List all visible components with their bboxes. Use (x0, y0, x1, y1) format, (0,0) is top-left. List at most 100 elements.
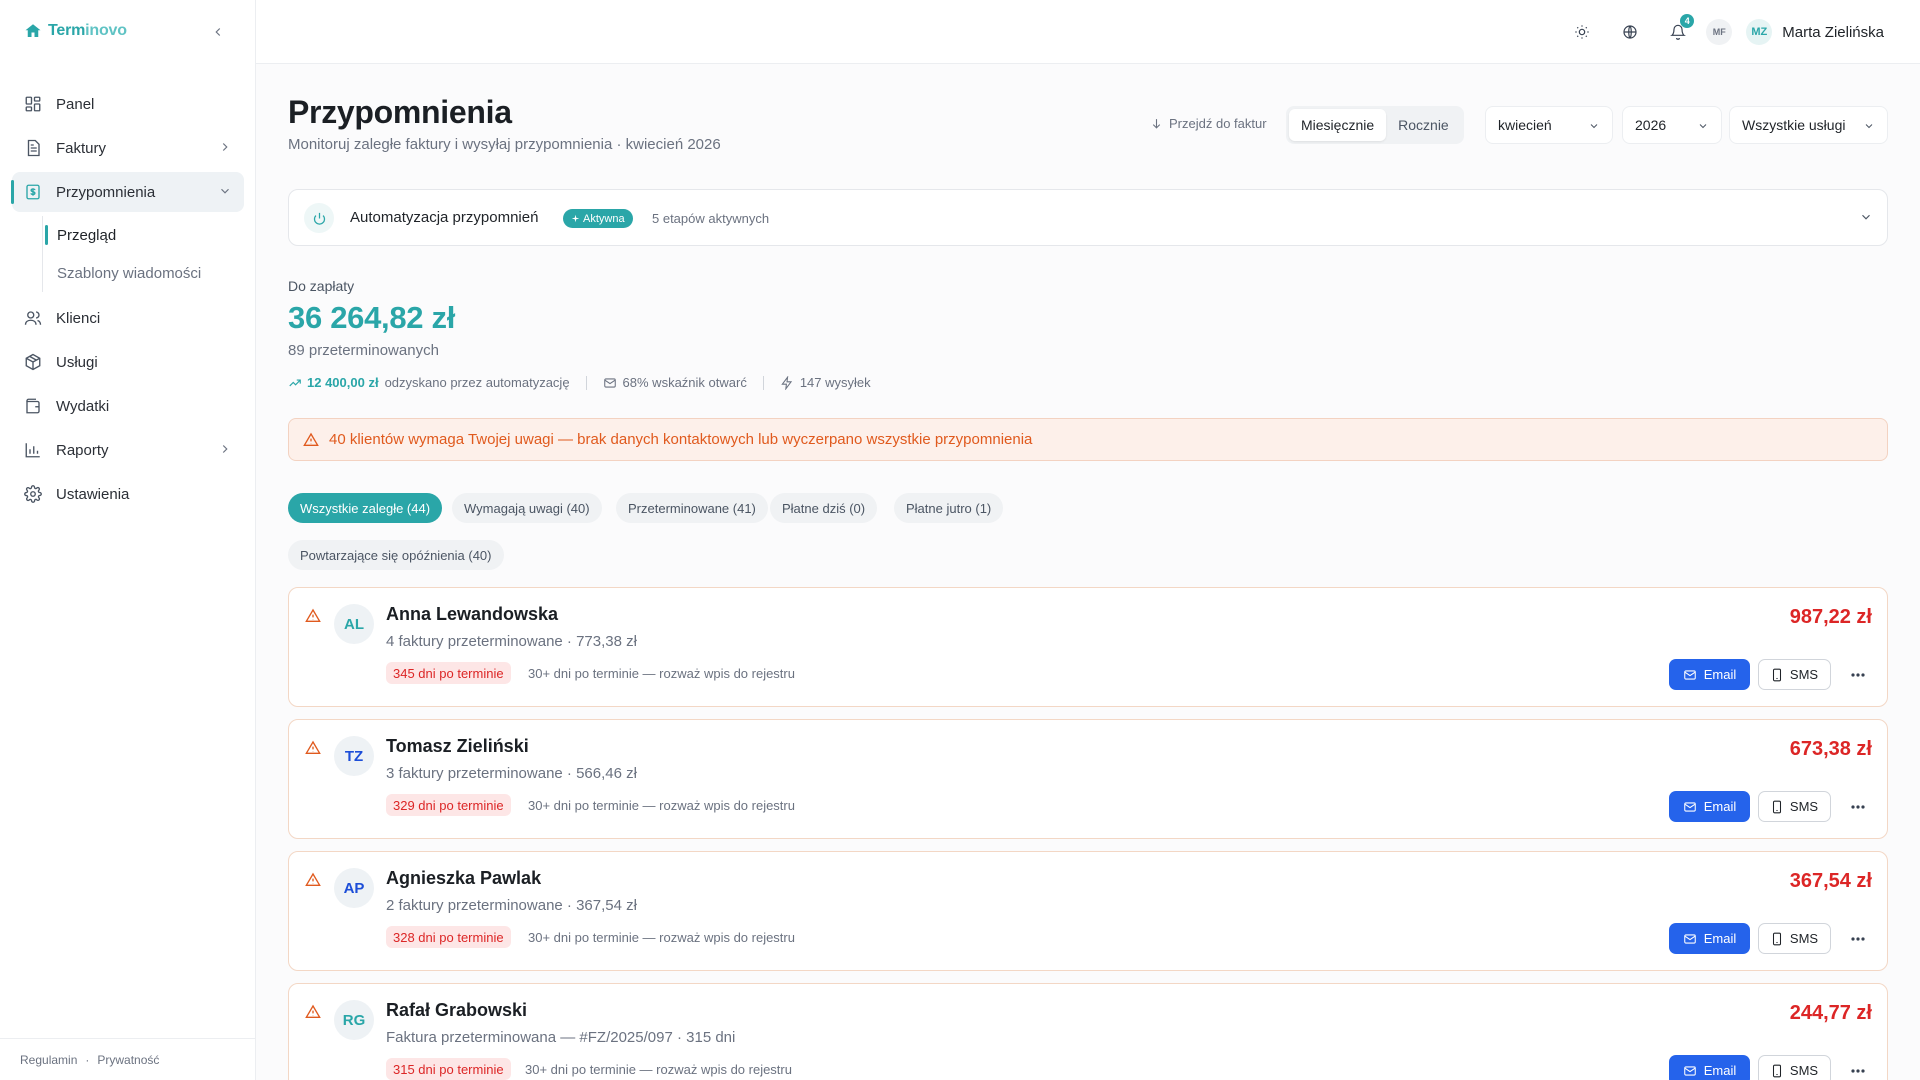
send-email-button[interactable]: Email (1669, 923, 1750, 954)
more-options-button[interactable] (1847, 928, 1869, 950)
receipt-icon (26, 184, 40, 200)
client-name: Agnieszka Pawlak (386, 868, 542, 888)
send-email-button[interactable]: Email (1669, 1055, 1750, 1080)
mail-icon (1683, 669, 1696, 680)
year-select-value: 2026 (1635, 117, 1667, 133)
period-toggle: Miesięcznie Rocznie (1286, 106, 1464, 144)
filter-due-tomorrow[interactable]: Płatne jutro (1) (894, 493, 1004, 523)
automation-status-label: Aktywna (583, 212, 625, 225)
recovered-label: odzyskano przez automatyzację (384, 375, 570, 390)
filter-overdue[interactable]: Przeterminowane (41) (616, 493, 768, 523)
due-label: Do zapłaty (288, 278, 355, 294)
page-subtitle: Monitoruj zaległe faktury i wysyłaj przy… (288, 136, 721, 153)
chevron-left-icon (215, 28, 221, 36)
client-name: Rafał Grabowski (386, 1000, 528, 1020)
days-overdue-badge: 315 dni po terminie (386, 1058, 511, 1080)
more-horizontal-icon (1851, 805, 1865, 809)
sparkle-icon (571, 214, 580, 223)
privacy-link[interactable]: Prywatność (97, 1053, 159, 1067)
overdue-count: 89 przeterminowanych (288, 342, 439, 359)
house-logo-icon (24, 22, 42, 40)
month-select-value: kwiecień (1498, 117, 1552, 133)
more-options-button[interactable] (1847, 664, 1869, 686)
box-icon (25, 353, 41, 371)
client-avatar: AL (334, 604, 374, 644)
sidebar-subitem-label: Szablony wiadomości (57, 264, 202, 282)
chevron-down-icon (1590, 124, 1598, 129)
filter-all-overdue[interactable]: Wszystkie zaległe (44) (288, 493, 443, 523)
notifications-button[interactable]: 4 (1664, 14, 1695, 46)
client-amount: 367,54 zł (1789, 870, 1872, 892)
send-email-button[interactable]: Email (1669, 791, 1750, 822)
trending-up-icon (289, 379, 301, 386)
topbar-actions: 4 MF MZ Marta Zielińska (1548, 14, 1884, 46)
terms-link[interactable]: Regulamin (20, 1053, 77, 1067)
client-card[interactable]: RG Rafał Grabowski Faktura przeterminowa… (288, 983, 1888, 1080)
sidebar-item-przypomnienia[interactable]: Przypomnienia (11, 172, 244, 212)
tab-monthly[interactable]: Miesięcznie (1289, 109, 1387, 141)
services-select[interactable]: Wszystkie usługi (1729, 106, 1888, 144)
year-select[interactable]: 2026 (1622, 106, 1722, 144)
sidebar-item-panel[interactable]: Panel (12, 84, 244, 124)
client-amount: 673,38 zł (1789, 738, 1872, 760)
send-sms-button[interactable]: SMS (1758, 791, 1831, 822)
email-label: Email (1703, 931, 1737, 946)
sidebar: Terminovo Panel Faktury Przypomnienia Pr… (0, 0, 256, 1080)
sidebar-subitem-szablony[interactable]: Szablony wiadomości (43, 254, 244, 292)
sent-count: 147 wysyłek (799, 375, 871, 390)
client-card[interactable]: TZ Tomasz Zieliński 3 faktury przetermin… (288, 719, 1888, 839)
tab-yearly[interactable]: Rocznie (1386, 109, 1461, 141)
client-invoices-summary: 4 faktury przeterminowane · 773,38 zł (386, 633, 637, 650)
filter-due-today[interactable]: Płatne dziś (0) (770, 493, 878, 523)
wallet-icon (26, 398, 40, 414)
lightning-icon (781, 375, 792, 390)
client-card[interactable]: AP Agnieszka Pawlak 2 faktury przetermin… (288, 851, 1888, 971)
sms-label: SMS (1789, 667, 1819, 682)
automation-panel[interactable]: Automatyzacja przypomnień Aktywna 5 etap… (288, 189, 1888, 246)
brand-name: Terminovo (48, 22, 127, 39)
client-amount: 244,77 zł (1789, 1002, 1872, 1024)
sidebar-item-label: Panel (56, 95, 95, 113)
send-sms-button[interactable]: SMS (1758, 1055, 1831, 1080)
send-sms-button[interactable]: SMS (1758, 923, 1831, 954)
sidebar-item-ustawienia[interactable]: Ustawienia (12, 474, 244, 514)
sidebar-item-wydatki[interactable]: Wydatki (12, 386, 244, 426)
sidebar-subitem-przeglad[interactable]: Przegląd (43, 216, 244, 254)
sidebar-item-label: Ustawienia (56, 485, 130, 503)
mail-icon (603, 377, 616, 388)
theme-toggle-button[interactable] (1568, 18, 1596, 46)
attention-alert: 40 klientów wymaga Twojej uwagi — brak d… (288, 418, 1888, 461)
send-sms-button[interactable]: SMS (1758, 659, 1831, 690)
more-horizontal-icon (1851, 1069, 1865, 1073)
sidebar-item-klienci[interactable]: Klienci (12, 298, 244, 338)
sidebar-item-label: Klienci (56, 309, 101, 327)
more-options-button[interactable] (1847, 1060, 1869, 1080)
send-email-button[interactable]: Email (1669, 659, 1750, 690)
sidebar-item-raporty[interactable]: Raporty (12, 430, 244, 470)
client-card[interactable]: AL Anna Lewandowska 4 faktury przetermin… (288, 587, 1888, 707)
divider (585, 375, 587, 390)
filter-needs-attention[interactable]: Wymagają uwagi (40) (452, 493, 602, 523)
document-icon (27, 139, 40, 157)
month-select[interactable]: kwiecień (1485, 106, 1613, 144)
sidebar-item-uslugi[interactable]: Usługi (12, 342, 244, 382)
email-label: Email (1703, 799, 1737, 814)
client-avatar: AP (334, 868, 374, 908)
sidebar-item-faktury[interactable]: Faktury (12, 128, 244, 168)
brand-logo[interactable]: Terminovo (24, 20, 127, 42)
client-note: 30+ dni po terminie — rozważ wpis do rej… (528, 798, 795, 813)
goto-invoices-link[interactable]: Przejdź do faktur (1150, 116, 1267, 131)
automation-title: Automatyzacja przypomnień (350, 209, 539, 226)
divider (762, 375, 764, 390)
user-avatar[interactable]: MZ (1746, 19, 1773, 45)
filter-repeated-delays[interactable]: Powtarzające się opóźnienia (40) (288, 540, 504, 570)
workspace-avatar[interactable]: MF (1706, 19, 1733, 45)
services-select-value: Wszystkie usługi (1742, 117, 1846, 133)
due-amount: 36 264,82 zł (288, 300, 456, 335)
notifications-badge: 4 (1680, 14, 1695, 28)
more-options-button[interactable] (1847, 796, 1869, 818)
user-name[interactable]: Marta Zielińska (1782, 24, 1884, 41)
language-button[interactable] (1616, 18, 1644, 46)
collapse-sidebar-button[interactable] (206, 20, 230, 44)
sms-label: SMS (1789, 1063, 1819, 1078)
